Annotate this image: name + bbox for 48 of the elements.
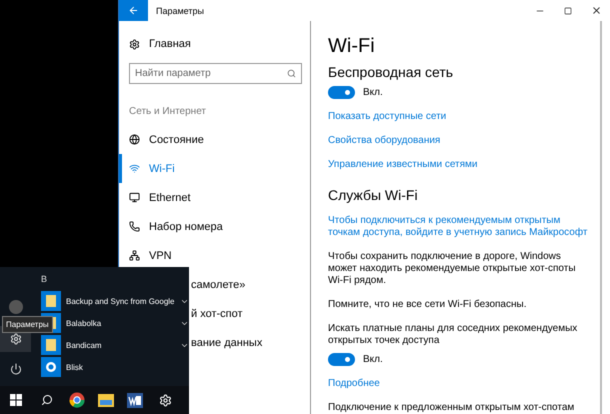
window-title: Параметры — [156, 6, 205, 16]
toggle-label: Вкл. — [363, 87, 383, 98]
home-link[interactable]: Главная — [149, 38, 191, 50]
nav-item[interactable]: Состояние — [119, 125, 310, 154]
nav-icon — [129, 134, 140, 145]
app-name[interactable]: Balabolka — [66, 318, 175, 328]
user-avatar[interactable] — [8, 300, 22, 314]
nav-icon — [129, 163, 140, 174]
section-heading: Сеть и Интернет — [129, 106, 208, 117]
letter-heading: B — [41, 274, 48, 284]
setting-label: Искать платные планы для соседних рекомендуемых открытых точек доступа — [328, 323, 578, 347]
nav-icon — [129, 221, 140, 232]
sign-in-link[interactable]: Чтобы подключиться к рекомендуемым открытым точкам доступа, войдите в учетную запись Майкрософт — [328, 215, 588, 239]
app-name[interactable]: Backup and Sync from Google — [66, 296, 175, 306]
toggle-label: Вкл. — [363, 354, 383, 365]
back-button[interactable] — [119, 0, 148, 21]
app-name[interactable]: Bandicam — [66, 340, 175, 350]
toggle-switch[interactable] — [328, 86, 355, 99]
folder-icon — [41, 291, 61, 311]
tooltip: Параметры — [2, 316, 53, 333]
settings-icon — [129, 38, 140, 50]
nav-icon — [129, 250, 140, 261]
section-heading: Беспроводная сеть — [328, 64, 454, 80]
toggle-switch[interactable] — [328, 353, 355, 366]
maximize-icon — [564, 6, 572, 14]
settings-link[interactable]: Показать доступные сети — [328, 111, 588, 123]
info-text: Помните, что не все сети Wi-Fi безопасны. — [328, 299, 528, 311]
back-arrow-icon — [128, 5, 139, 16]
nav-icon — [129, 192, 140, 203]
section-heading: Службы Wi-Fi — [328, 187, 419, 203]
search-field[interactable]: Найти параметр — [129, 63, 302, 84]
more-link[interactable]: Подробнее — [328, 378, 588, 390]
search-icon — [287, 69, 296, 78]
info-text: Чтобы сохранить подключение в дороге, Windows может находить рекомендуемые открытые хот-споты Wi-Fi рядом. — [328, 251, 577, 287]
setting-label: Подключение к предложенным открытым хот-спотам — [328, 402, 576, 414]
app-icon — [41, 357, 61, 377]
page-title: Wi-Fi — [328, 35, 376, 58]
close-icon — [590, 5, 602, 16]
settings-link[interactable]: Свойства оборудования — [328, 135, 588, 147]
nav-item[interactable]: Wi-Fi — [119, 154, 310, 183]
nav-item[interactable]: Ethernet — [119, 183, 310, 212]
nav-item[interactable]: VPN — [119, 241, 310, 270]
power-icon — [10, 363, 22, 375]
folder-icon — [41, 335, 61, 355]
settings-link[interactable]: Управление известными сетями — [328, 159, 588, 171]
nav-item[interactable]: Набор номера — [119, 212, 310, 241]
app-name[interactable]: Blisk — [66, 362, 203, 372]
settings-icon — [10, 333, 22, 345]
